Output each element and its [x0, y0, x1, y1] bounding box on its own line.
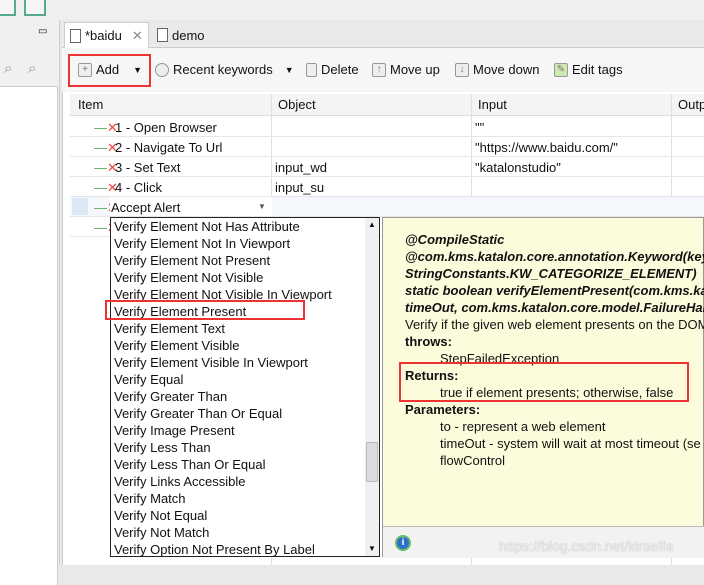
pencil-icon: ✎ [554, 62, 568, 77]
move-up-button[interactable]: ↑ Move up [372, 62, 440, 77]
clock-icon [155, 62, 169, 77]
table-row-editing[interactable]: —✕ Accept Alert▼ [70, 197, 704, 217]
minimize-icon[interactable]: ▭ [38, 26, 47, 37]
dropdown-item[interactable]: Verify Not Match [114, 525, 209, 542]
dropdown-item[interactable]: Verify Option Not Present By Label [114, 542, 315, 559]
recent-keywords-button[interactable]: Recent keywords ▼ [155, 62, 294, 77]
record-icon[interactable] [24, 0, 46, 16]
dropdown-item[interactable]: Verify Greater Than [114, 389, 227, 406]
dropdown-item[interactable]: Verify Greater Than Or Equal [114, 406, 282, 423]
table-header: Item Object Input Outp [70, 94, 704, 116]
keyword-combo[interactable]: Accept Alert ▼ [110, 197, 272, 216]
test-case-icon [70, 28, 81, 43]
item-highlight-box [105, 300, 305, 320]
dropdown-item[interactable]: Verify Image Present [114, 423, 235, 440]
dropdown-item[interactable]: Verify Element Not Visible [114, 270, 263, 287]
dropdown-item[interactable]: Verify Element Not Has Attribute [114, 219, 300, 236]
left-panel: ▭ ⌕ ⌕ [0, 20, 60, 585]
tab-demo[interactable]: demo [152, 22, 210, 48]
info-icon[interactable]: i [395, 535, 411, 551]
dropdown-item[interactable]: Verify Less Than Or Equal [114, 457, 266, 474]
dropdown-item[interactable]: Verify Links Accessible [114, 474, 246, 491]
zoom-icon[interactable]: ⌕ [28, 60, 36, 77]
explorer-tree [0, 86, 58, 585]
table-row[interactable]: —✕ 4 - Click input_su [70, 177, 704, 197]
search-icon[interactable]: ⌕ [4, 60, 12, 77]
table-row[interactable]: —✕ 2 - Navigate To Url "https://www.baidu.… [70, 137, 704, 157]
delete-button[interactable]: Delete [306, 62, 359, 77]
test-case-icon [157, 28, 168, 42]
edit-tags-button[interactable]: ✎ Edit tags [554, 62, 623, 77]
scroll-up-icon[interactable]: ▲ [368, 220, 376, 229]
close-icon[interactable]: ✕ [132, 28, 143, 44]
trash-icon [306, 62, 317, 77]
keyword-dropdown-list[interactable]: ▲ ▼ Verify Element Not Has Attribute Veri… [110, 217, 380, 557]
dropdown-item[interactable]: Verify Element Text [114, 321, 225, 338]
dropdown-item[interactable]: Verify Element Not In Viewport [114, 236, 290, 253]
monitor-icon[interactable] [0, 0, 16, 16]
editor-toolbar: + Add ▼ Recent keywords ▼ Delete ↑ Move up ↓… [62, 48, 704, 92]
dropdown-item[interactable]: Verify Match [114, 491, 186, 508]
returns-highlight-box [399, 362, 689, 402]
scrollbar-thumb[interactable] [366, 442, 378, 482]
dropdown-item[interactable]: Verify Element Visible [114, 338, 240, 355]
arrow-up-icon: ↑ [372, 62, 386, 77]
chevron-down-icon[interactable]: ▼ [285, 65, 294, 75]
dropdown-item[interactable]: Verify Less Than [114, 440, 211, 457]
table-row[interactable]: —✕ 1 - Open Browser "" [70, 117, 704, 137]
dropdown-item[interactable]: Verify Equal [114, 372, 183, 389]
tab-baidu[interactable]: *baidu ✕ [64, 22, 149, 48]
watermark: https://blog.csdn.net/kiraelfa [499, 538, 674, 554]
dropdown-item[interactable]: Verify Element Not Present [114, 253, 270, 270]
table-row[interactable]: —✕ 3 - Set Text input_wd "katalonstudio" [70, 157, 704, 177]
dropdown-item[interactable]: Verify Not Equal [114, 508, 207, 525]
add-highlight-box [68, 54, 151, 87]
arrow-down-icon: ↓ [455, 62, 469, 77]
move-down-button[interactable]: ↓ Move down [455, 62, 539, 77]
dropdown-item[interactable]: Verify Element Visible In Viewport [114, 355, 308, 372]
editor-tabs: *baidu ✕ demo [62, 22, 704, 48]
main-toolbar [0, 0, 704, 20]
chevron-down-icon[interactable]: ▼ [258, 202, 266, 211]
scroll-down-icon[interactable]: ▼ [368, 544, 376, 553]
scrollbar[interactable]: ▲ ▼ [365, 218, 379, 556]
